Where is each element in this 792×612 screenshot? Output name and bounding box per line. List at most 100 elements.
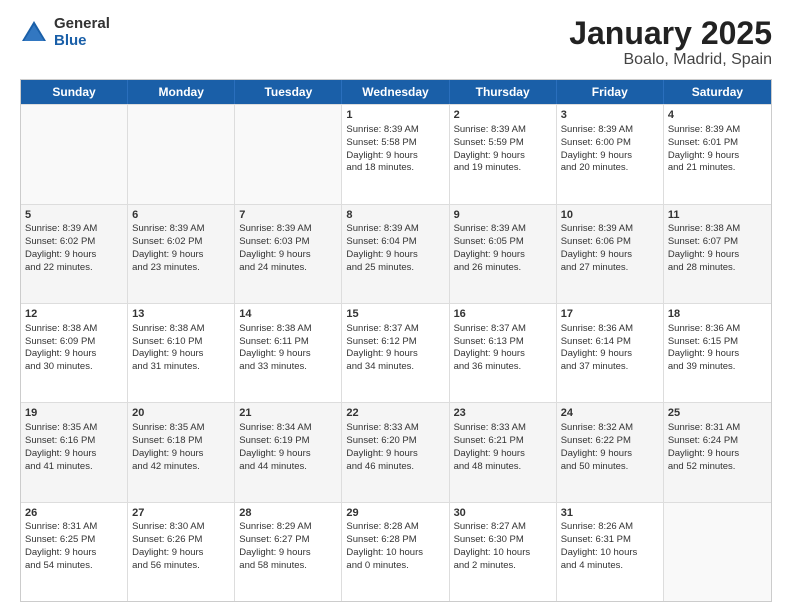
day-content: and 22 minutes.	[25, 262, 123, 275]
day-content: and 42 minutes.	[132, 461, 230, 474]
day-content: Sunset: 6:11 PM	[239, 336, 337, 349]
day-content: Daylight: 9 hours	[346, 348, 444, 361]
day-content: Sunrise: 8:38 AM	[132, 323, 230, 336]
day-number: 29	[346, 506, 444, 521]
day-content: and 41 minutes.	[25, 461, 123, 474]
day-content: Sunset: 6:04 PM	[346, 236, 444, 249]
calendar-cell: 7Sunrise: 8:39 AMSunset: 6:03 PMDaylight…	[235, 205, 342, 303]
day-content: Sunset: 6:24 PM	[668, 435, 767, 448]
day-number: 14	[239, 307, 337, 322]
day-number: 12	[25, 307, 123, 322]
day-content: Sunrise: 8:39 AM	[668, 124, 767, 137]
day-content: and 20 minutes.	[561, 162, 659, 175]
day-header-monday: Monday	[128, 80, 235, 104]
day-content: Sunset: 6:12 PM	[346, 336, 444, 349]
day-content: and 46 minutes.	[346, 461, 444, 474]
day-number: 5	[25, 208, 123, 223]
calendar-subtitle: Boalo, Madrid, Spain	[569, 51, 772, 69]
day-number: 28	[239, 506, 337, 521]
day-content: Sunset: 6:27 PM	[239, 534, 337, 547]
day-number: 18	[668, 307, 767, 322]
day-content: Sunrise: 8:38 AM	[668, 223, 767, 236]
day-content: Daylight: 9 hours	[132, 547, 230, 560]
day-content: Daylight: 10 hours	[454, 547, 552, 560]
day-content: Sunset: 6:02 PM	[25, 236, 123, 249]
day-content: Daylight: 9 hours	[239, 348, 337, 361]
calendar-cell: 8Sunrise: 8:39 AMSunset: 6:04 PMDaylight…	[342, 205, 449, 303]
day-content: Sunrise: 8:29 AM	[239, 521, 337, 534]
day-content: Sunrise: 8:33 AM	[346, 422, 444, 435]
day-number: 16	[454, 307, 552, 322]
day-header-wednesday: Wednesday	[342, 80, 449, 104]
calendar-cell: 27Sunrise: 8:30 AMSunset: 6:26 PMDayligh…	[128, 503, 235, 601]
calendar-header: SundayMondayTuesdayWednesdayThursdayFrid…	[21, 80, 771, 104]
day-content: Daylight: 9 hours	[561, 249, 659, 262]
calendar-cell: 9Sunrise: 8:39 AMSunset: 6:05 PMDaylight…	[450, 205, 557, 303]
day-header-sunday: Sunday	[21, 80, 128, 104]
day-content: Daylight: 9 hours	[454, 249, 552, 262]
day-number: 17	[561, 307, 659, 322]
day-number: 27	[132, 506, 230, 521]
logo-icon	[20, 19, 48, 47]
day-content: Sunset: 6:19 PM	[239, 435, 337, 448]
calendar-cell	[235, 105, 342, 203]
day-content: Daylight: 9 hours	[25, 448, 123, 461]
day-content: and 25 minutes.	[346, 262, 444, 275]
day-content: Sunset: 6:07 PM	[668, 236, 767, 249]
logo-general: General	[54, 16, 110, 33]
day-content: Sunrise: 8:31 AM	[25, 521, 123, 534]
calendar-cell: 26Sunrise: 8:31 AMSunset: 6:25 PMDayligh…	[21, 503, 128, 601]
day-number: 10	[561, 208, 659, 223]
day-content: Sunrise: 8:39 AM	[346, 223, 444, 236]
header: General Blue January 2025 Boalo, Madrid,…	[20, 16, 772, 69]
day-content: and 48 minutes.	[454, 461, 552, 474]
day-content: Sunset: 6:31 PM	[561, 534, 659, 547]
calendar-cell: 20Sunrise: 8:35 AMSunset: 6:18 PMDayligh…	[128, 403, 235, 501]
calendar: SundayMondayTuesdayWednesdayThursdayFrid…	[20, 79, 772, 602]
logo: General Blue	[20, 16, 110, 49]
day-content: and 28 minutes.	[668, 262, 767, 275]
day-content: Sunrise: 8:37 AM	[454, 323, 552, 336]
day-number: 21	[239, 406, 337, 421]
day-content: and 58 minutes.	[239, 560, 337, 573]
day-content: Sunset: 6:22 PM	[561, 435, 659, 448]
day-content: Daylight: 9 hours	[239, 448, 337, 461]
calendar-cell	[128, 105, 235, 203]
day-content: Daylight: 9 hours	[454, 348, 552, 361]
day-content: and 26 minutes.	[454, 262, 552, 275]
day-content: Daylight: 10 hours	[561, 547, 659, 560]
calendar-week-5: 26Sunrise: 8:31 AMSunset: 6:25 PMDayligh…	[21, 502, 771, 601]
day-header-saturday: Saturday	[664, 80, 771, 104]
day-content: Sunset: 6:06 PM	[561, 236, 659, 249]
day-content: Sunset: 6:26 PM	[132, 534, 230, 547]
day-content: Sunset: 6:14 PM	[561, 336, 659, 349]
calendar-cell: 18Sunrise: 8:36 AMSunset: 6:15 PMDayligh…	[664, 304, 771, 402]
day-content: and 27 minutes.	[561, 262, 659, 275]
day-number: 1	[346, 108, 444, 123]
day-content: Sunset: 6:15 PM	[668, 336, 767, 349]
calendar-cell: 22Sunrise: 8:33 AMSunset: 6:20 PMDayligh…	[342, 403, 449, 501]
page: General Blue January 2025 Boalo, Madrid,…	[0, 0, 792, 612]
day-number: 7	[239, 208, 337, 223]
day-content: Sunset: 6:00 PM	[561, 137, 659, 150]
day-content: Daylight: 9 hours	[668, 448, 767, 461]
day-number: 31	[561, 506, 659, 521]
calendar-week-2: 5 Sunrise: 8:39 AM Sunset: 6:02 PM Daylight…	[21, 204, 771, 303]
day-content: Daylight: 9 hours	[132, 348, 230, 361]
day-content: and 23 minutes.	[132, 262, 230, 275]
day-content: Sunrise: 8:35 AM	[132, 422, 230, 435]
day-content: and 36 minutes.	[454, 361, 552, 374]
day-number: 13	[132, 307, 230, 322]
day-content: Sunrise: 8:37 AM	[346, 323, 444, 336]
calendar-week-4: 19Sunrise: 8:35 AMSunset: 6:16 PMDayligh…	[21, 402, 771, 501]
title-block: January 2025 Boalo, Madrid, Spain	[569, 16, 772, 69]
day-number: 24	[561, 406, 659, 421]
day-content: Daylight: 9 hours	[668, 249, 767, 262]
day-content: Daylight: 9 hours	[25, 348, 123, 361]
day-number: 11	[668, 208, 767, 223]
day-content: and 24 minutes.	[239, 262, 337, 275]
day-number: 9	[454, 208, 552, 223]
day-number: 15	[346, 307, 444, 322]
day-content: Daylight: 9 hours	[454, 448, 552, 461]
day-content: Daylight: 9 hours	[454, 150, 552, 163]
